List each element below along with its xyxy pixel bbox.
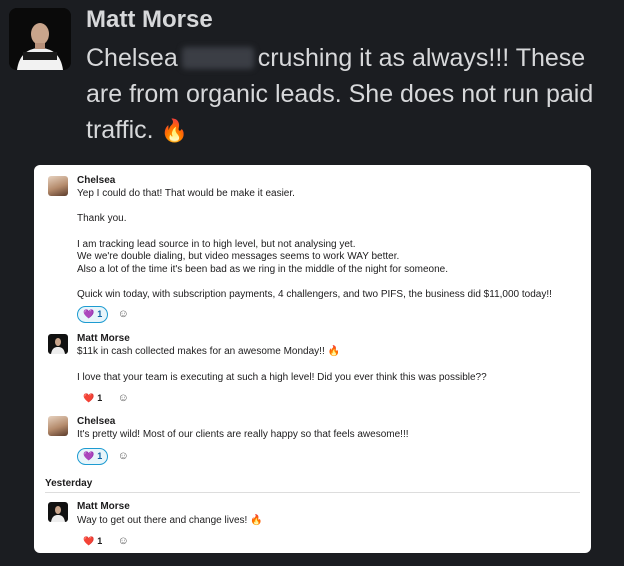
post-author-name[interactable]: Matt Morse [86, 6, 213, 34]
reaction-purple-heart[interactable]: 💜 1 [77, 306, 109, 323]
add-reaction-icon[interactable]: ☺ [114, 448, 132, 465]
message-line: We we're double dialing, but video messa… [77, 251, 400, 262]
message-line: Way to get out there and change lives! 🔥 [77, 515, 263, 526]
reaction-red-heart[interactable]: ❤️ 1 [77, 533, 108, 550]
divider-line [45, 492, 580, 493]
message-author[interactable]: Chelsea [77, 175, 115, 188]
message-line: Also a lot of the time it's been bad as … [77, 264, 449, 275]
message-author[interactable]: Matt Morse [77, 333, 130, 346]
reaction-bar: ❤️ 1 ☺ [77, 390, 132, 407]
message-author[interactable]: Matt Morse [77, 501, 130, 514]
message-line: Thank you. [77, 213, 127, 224]
message-line: I love that your team is executing at su… [77, 372, 487, 383]
redacted-name [181, 47, 254, 69]
thread-screenshot: Chelsea Yep I could do that! That would … [34, 165, 591, 553]
message-line: I am tracking lead source in to high lev… [77, 239, 356, 250]
avatar[interactable] [48, 176, 68, 196]
message-author[interactable]: Chelsea [77, 416, 115, 429]
reaction-count: 1 [97, 393, 103, 404]
post-author-avatar[interactable] [9, 8, 71, 70]
reaction-count: 1 [97, 451, 103, 462]
red-heart-icon: ❤️ [83, 536, 95, 547]
reaction-purple-heart[interactable]: 💜 1 [77, 448, 109, 465]
reaction-count: 1 [97, 309, 103, 320]
reaction-bar: 💜 1 ☺ [77, 306, 132, 323]
reaction-bar: ❤️ 1 ☺ [77, 533, 132, 550]
add-reaction-icon[interactable]: ☺ [114, 306, 132, 323]
red-heart-icon: ❤️ [83, 393, 95, 404]
message-line: $11k in cash collected makes for an awes… [77, 346, 340, 357]
reaction-red-heart[interactable]: ❤️ 1 [77, 390, 108, 407]
post-message: Chelsea crushing it as always!!! These ar… [86, 44, 594, 144]
add-reaction-icon[interactable]: ☺ [114, 390, 132, 407]
reaction-bar: 💜 1 ☺ [77, 448, 132, 465]
date-divider: Yesterday [45, 478, 93, 489]
purple-heart-icon: 💜 [83, 451, 95, 462]
add-reaction-icon[interactable]: ☺ [114, 533, 132, 550]
fire-emoji: 🔥 [160, 118, 188, 143]
message-line: Quick win today, with subscription payme… [77, 289, 552, 300]
message-line: Yep I could do that! That would be make … [77, 188, 295, 199]
purple-heart-icon: 💜 [83, 309, 95, 320]
avatar[interactable] [48, 334, 68, 354]
avatar[interactable] [48, 416, 68, 436]
avatar[interactable] [48, 502, 68, 522]
message-line: It's pretty wild! Most of our clients ar… [77, 429, 409, 440]
reaction-count: 1 [97, 536, 103, 547]
